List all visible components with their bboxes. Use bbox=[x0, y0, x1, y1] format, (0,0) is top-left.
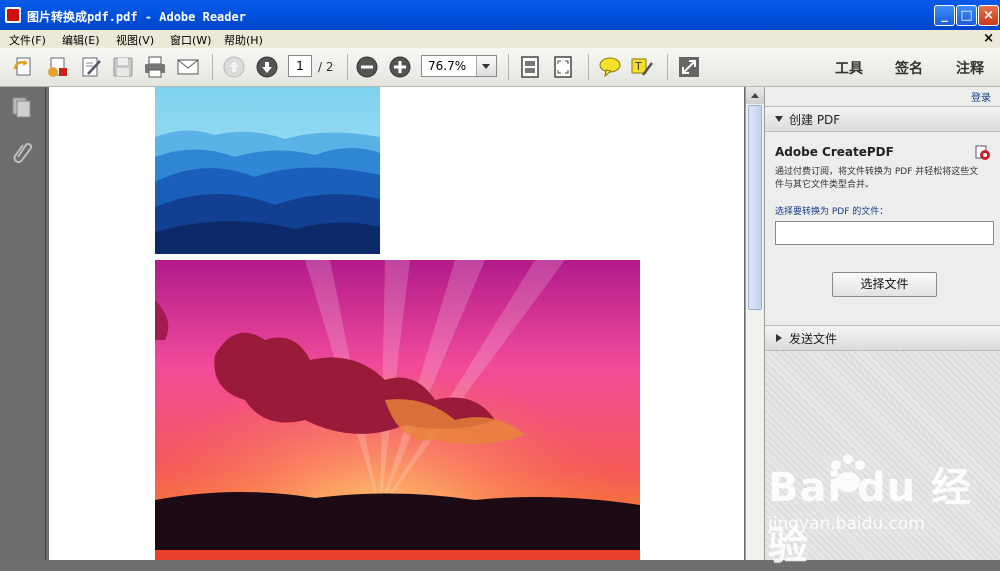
prev-page-icon[interactable] bbox=[222, 55, 246, 79]
menu-bar: 文件(F) 编辑(E) 视图(V) 窗口(W) 帮助(H) × bbox=[0, 30, 1000, 48]
create-pdf-description: 通过付费订阅，将文件转换为 PDF 并轻松将这些文件与其它文件类型合并。 bbox=[775, 167, 979, 190]
zoom-select[interactable]: 76.7% bbox=[421, 55, 497, 77]
toolbar-separator bbox=[588, 54, 589, 80]
edit-icon[interactable] bbox=[79, 55, 103, 79]
svg-text:T: T bbox=[634, 60, 642, 73]
document-page bbox=[49, 87, 744, 560]
comment-button[interactable]: 注释 bbox=[956, 58, 984, 78]
select-file-label: 选择要转换为 PDF 的文件： bbox=[775, 207, 889, 217]
scrollbar-thumb[interactable] bbox=[748, 105, 762, 310]
toolbar-separator bbox=[347, 54, 348, 80]
minimize-button[interactable]: _ bbox=[934, 5, 955, 26]
sunset-image bbox=[155, 260, 640, 560]
menu-edit[interactable]: 编辑(E) bbox=[62, 32, 100, 48]
menu-view[interactable]: 视图(V) bbox=[116, 32, 154, 48]
watermark-brand: Bai du 经验 bbox=[768, 465, 973, 569]
create-pdf-header-label: 创建 PDF bbox=[789, 113, 841, 127]
fit-page-icon[interactable] bbox=[518, 55, 542, 79]
chevron-down-icon[interactable] bbox=[476, 56, 496, 76]
login-link[interactable]: 登录 bbox=[971, 89, 991, 104]
send-file-header-label: 发送文件 bbox=[789, 332, 838, 346]
zoom-out-icon[interactable] bbox=[355, 55, 379, 79]
zoom-in-icon[interactable] bbox=[388, 55, 412, 79]
close-button[interactable]: × bbox=[978, 5, 999, 26]
file-path-input[interactable] bbox=[775, 221, 994, 245]
sign-button[interactable]: 签名 bbox=[895, 58, 923, 78]
email-icon[interactable] bbox=[176, 55, 200, 79]
next-page-icon[interactable] bbox=[255, 55, 279, 79]
toolbar-separator bbox=[667, 54, 668, 80]
page-number-input[interactable]: 1 bbox=[288, 55, 312, 77]
toolbar-separator bbox=[212, 54, 213, 80]
zoom-value: 76.7% bbox=[428, 59, 467, 73]
vertical-scrollbar[interactable] bbox=[745, 87, 764, 560]
page-total: / 2 bbox=[318, 60, 334, 74]
window-title: 图片转换成pdf.pdf - Adobe Reader bbox=[27, 10, 246, 24]
fit-width-icon[interactable] bbox=[551, 55, 575, 79]
create-pdf-help-icon[interactable] bbox=[975, 145, 991, 164]
create-pdf-title: Adobe CreatePDF bbox=[775, 145, 894, 159]
pages-icon[interactable] bbox=[10, 95, 34, 119]
scroll-up-icon[interactable] bbox=[746, 87, 764, 104]
menu-window[interactable]: 窗口(W) bbox=[170, 32, 211, 48]
select-file-button[interactable]: 选择文件 bbox=[832, 272, 937, 297]
adobe-reader-icon bbox=[5, 7, 21, 23]
attachment-icon[interactable] bbox=[10, 139, 34, 163]
document-close-icon[interactable]: × bbox=[983, 31, 994, 46]
watermark-url: jingyan.baidu.com bbox=[768, 514, 925, 534]
send-file-section-header[interactable]: 发送文件 bbox=[765, 325, 1000, 351]
toolbar-separator bbox=[508, 54, 509, 80]
menu-help[interactable]: 帮助(H) bbox=[224, 32, 263, 48]
title-bar: 图片转换成pdf.pdf - Adobe Reader _ □ × bbox=[0, 0, 1000, 30]
save-icon[interactable] bbox=[111, 55, 135, 79]
mountain-image bbox=[155, 87, 380, 254]
menu-file[interactable]: 文件(F) bbox=[9, 32, 46, 48]
create-pdf-section-header[interactable]: 创建 PDF bbox=[765, 106, 1000, 132]
highlight-icon[interactable]: T bbox=[630, 55, 654, 79]
print-icon[interactable] bbox=[143, 55, 167, 79]
maximize-button[interactable]: □ bbox=[956, 5, 977, 26]
fullscreen-icon[interactable] bbox=[677, 55, 701, 79]
navigation-panel bbox=[0, 87, 46, 560]
comment-icon[interactable] bbox=[598, 55, 622, 79]
create-pdf-icon[interactable] bbox=[12, 55, 36, 79]
tools-button[interactable]: 工具 bbox=[835, 58, 863, 78]
convert-icon[interactable] bbox=[45, 55, 69, 79]
